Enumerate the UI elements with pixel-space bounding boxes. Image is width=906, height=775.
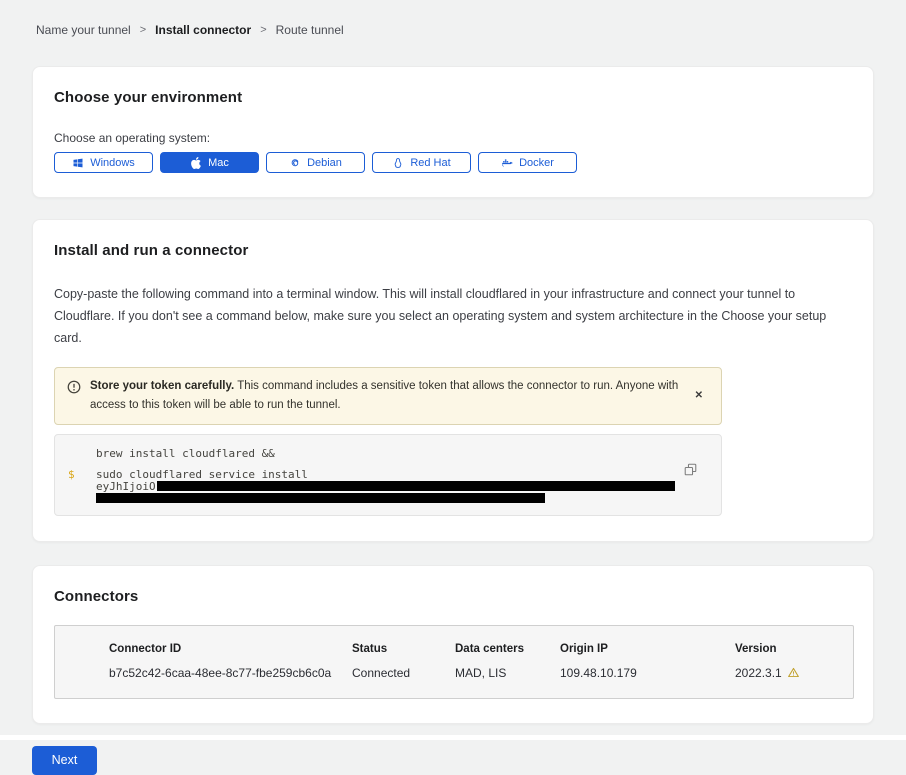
header-version: Version: [735, 643, 843, 655]
connectors-card-title: Connectors: [54, 588, 852, 605]
version-value: 2022.3.1: [735, 666, 843, 680]
os-button-label: Docker: [519, 157, 554, 169]
apple-icon: [190, 157, 202, 169]
choose-environment-card: Choose your environment Choose an operat…: [32, 66, 874, 198]
os-button-label: Debian: [307, 157, 342, 169]
origin-ip-value: 109.48.10.179: [560, 666, 735, 680]
breadcrumb: Name your tunnel > Install connector > R…: [0, 0, 906, 37]
copy-icon[interactable]: [682, 461, 699, 481]
table-row: b7c52c42-6caa-48ee-8c77-fbe259cb6c0a Con…: [109, 666, 843, 680]
breadcrumb-separator: >: [260, 24, 266, 36]
docker-icon: [501, 157, 513, 169]
redacted-token-bar: [96, 493, 545, 503]
connector-id-value: b7c52c42-6caa-48ee-8c77-fbe259cb6c0a: [109, 666, 352, 680]
alert-title: Store your token carefully.: [90, 380, 234, 392]
redhat-icon: [392, 157, 404, 169]
code-block: brew install cloudflared && $ sudo cloud…: [54, 434, 722, 516]
os-button-redhat[interactable]: Red Hat: [372, 152, 471, 173]
debian-icon: [289, 157, 301, 169]
bottom-strip: [0, 735, 906, 740]
operating-system-label: Choose an operating system:: [54, 131, 852, 145]
code-line-sudo: $ sudo cloudflared service install: [68, 469, 705, 480]
connector-card-title: Install and run a connector: [54, 242, 852, 259]
os-button-docker[interactable]: Docker: [478, 152, 577, 173]
connectors-card: Connectors Connector ID Status Data cent…: [32, 565, 874, 724]
connector-card-description: Copy-paste the following command into a …: [54, 284, 852, 350]
environment-card-title: Choose your environment: [54, 89, 852, 106]
breadcrumb-separator: >: [140, 24, 146, 36]
code-line-brew: brew install cloudflared &&: [68, 448, 705, 459]
header-data-centers: Data centers: [455, 643, 560, 655]
alert-message: Store your token carefully. This command…: [90, 377, 680, 415]
os-button-windows[interactable]: Windows: [54, 152, 153, 173]
shell-prompt: $: [68, 469, 96, 480]
breadcrumb-route-tunnel[interactable]: Route tunnel: [276, 23, 344, 37]
status-badge: Connected: [352, 666, 455, 680]
redacted-token-bar: [157, 481, 675, 491]
token-warning-alert: Store your token carefully. This command…: [54, 367, 722, 425]
os-button-label: Windows: [90, 157, 135, 169]
windows-icon: [72, 157, 84, 169]
os-button-label: Mac: [208, 157, 229, 169]
connectors-table: Connector ID Status Data centers Origin …: [54, 625, 854, 699]
alert-circle-icon: [67, 380, 81, 399]
header-origin-ip: Origin IP: [560, 643, 735, 655]
header-connector-id: Connector ID: [109, 643, 352, 655]
os-button-debian[interactable]: Debian: [266, 152, 365, 173]
os-button-mac[interactable]: Mac: [160, 152, 259, 173]
breadcrumb-name-your-tunnel[interactable]: Name your tunnel: [36, 23, 131, 37]
os-button-label: Red Hat: [410, 157, 450, 169]
header-status: Status: [352, 643, 455, 655]
code-line-token: eyJhIjoiO: [68, 481, 705, 492]
version-warning-icon: [787, 666, 800, 679]
breadcrumb-install-connector[interactable]: Install connector: [155, 23, 251, 37]
os-button-group: Windows Mac Debian Red Hat: [54, 152, 852, 173]
alert-close-icon[interactable]: ✕: [689, 386, 709, 405]
connectors-table-header: Connector ID Status Data centers Origin …: [109, 643, 843, 655]
install-connector-card: Install and run a connector Copy-paste t…: [32, 219, 874, 542]
code-line-token-2: [68, 493, 705, 503]
next-button[interactable]: Next: [32, 746, 97, 775]
data-centers-value: MAD, LIS: [455, 666, 560, 680]
